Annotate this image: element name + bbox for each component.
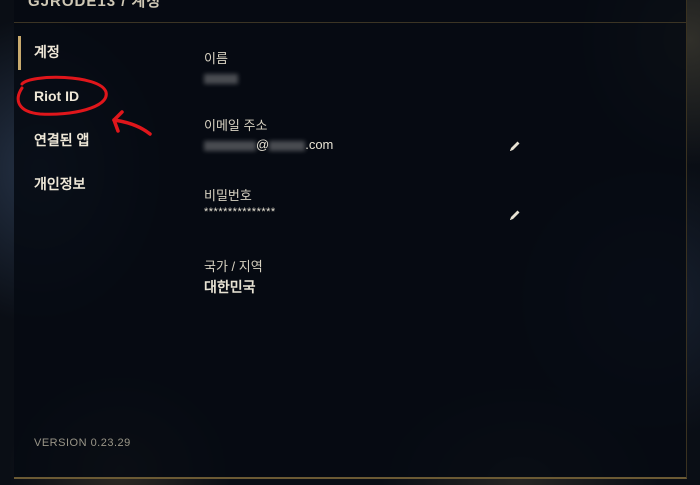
email-value: @ .com	[204, 137, 333, 152]
name-value-redacted	[204, 70, 238, 85]
country-value: 대한민국	[204, 279, 256, 295]
sidebar-item-riot-id[interactable]: Riot ID	[14, 74, 184, 118]
sidebar-item-label: Riot ID	[34, 88, 80, 104]
breadcrumb: GJRODE13 / 계정	[28, 0, 162, 10]
edit-email-pencil-icon[interactable]	[508, 138, 522, 152]
country-label: 국가 / 지역	[204, 259, 263, 274]
email-domain: .com	[305, 137, 334, 152]
email-label: 이메일 주소	[204, 118, 268, 133]
version-text: VERSION 0.23.29	[34, 437, 131, 449]
sidebar-item-privacy[interactable]: 개인정보	[14, 162, 184, 206]
sidebar-item-connected-apps[interactable]: 연결된 앱	[14, 118, 184, 162]
name-label: 이름	[204, 51, 228, 66]
password-label: 비밀번호	[204, 188, 252, 203]
top-bar: GJRODE13 / 계정	[14, 0, 686, 23]
settings-panel: GJRODE13 / 계정 계정 Riot ID 연결된 앱 개인정보 VERS…	[14, 0, 687, 479]
sidebar: 계정 Riot ID 연결된 앱 개인정보	[14, 30, 184, 206]
sidebar-item-account[interactable]: 계정	[14, 30, 184, 74]
password-value: ***************	[204, 206, 276, 218]
sidebar-item-label: 연결된 앱	[34, 132, 90, 148]
edit-password-pencil-icon[interactable]	[508, 207, 522, 221]
sidebar-item-label: 계정	[34, 44, 60, 60]
email-at: @	[256, 137, 270, 152]
sidebar-item-label: 개인정보	[34, 176, 86, 192]
